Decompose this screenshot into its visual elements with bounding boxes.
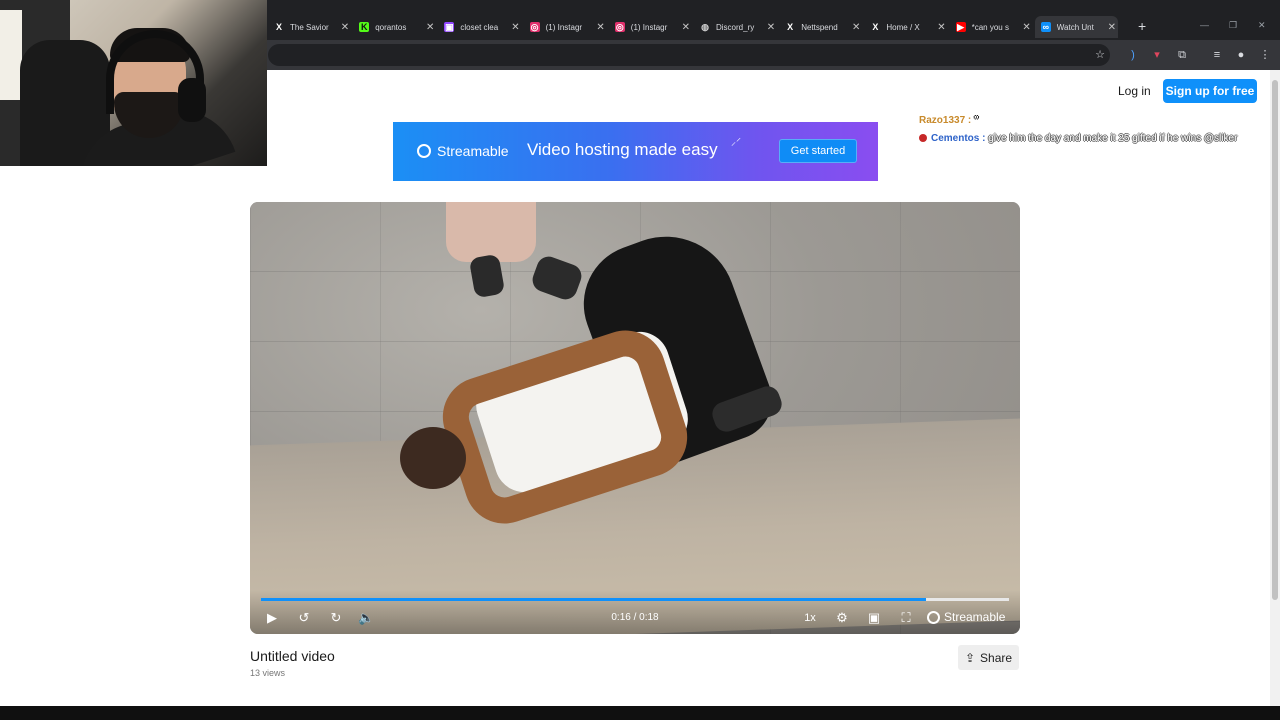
streamable-icon <box>417 144 431 158</box>
video-title: Untitled video <box>250 648 335 664</box>
player-brand: Streamable <box>944 610 1006 624</box>
chat-text: give him the day and make it 25 gifted i… <box>988 133 1238 144</box>
tab[interactable]: Kqorantos ✕ <box>353 16 436 38</box>
close-window-icon[interactable]: ✕ <box>1258 20 1266 31</box>
close-icon[interactable]: ✕ <box>1108 22 1116 33</box>
tab-label: closet clea <box>460 22 499 32</box>
webcam-poster <box>0 10 22 100</box>
streamable-player-logo[interactable]: Streamable <box>927 610 1005 624</box>
forward-icon[interactable]: ↻ <box>328 610 344 626</box>
picture-in-picture-icon[interactable]: ▣ <box>866 610 882 626</box>
gear-icon[interactable]: ⚙ <box>834 610 850 626</box>
get-started-button[interactable]: Get started <box>779 139 857 163</box>
x-icon: X <box>275 22 282 32</box>
banner-tagline: Video hosting made easy <box>527 140 718 159</box>
twitch-icon: ▣ <box>444 21 455 32</box>
scrollbar-thumb[interactable] <box>1272 80 1278 600</box>
view-count: 13 views <box>250 668 286 678</box>
tab[interactable]: X The Savior ✕ <box>268 16 351 38</box>
close-icon[interactable]: ✕ <box>682 22 690 33</box>
signup-button[interactable]: Sign up for free <box>1163 79 1257 103</box>
tab[interactable]: X Nettspend ✕ <box>779 16 862 38</box>
tab[interactable]: ▶ *can you s ✕ <box>950 16 1033 38</box>
streamable-icon <box>927 610 940 624</box>
chat-username: Cementos : <box>931 133 986 144</box>
instagram-icon: ◎ <box>614 21 625 32</box>
tab-label: The Savior <box>290 22 329 32</box>
play-icon[interactable]: ▶ <box>264 610 280 626</box>
progress-bar[interactable] <box>261 598 1009 601</box>
close-icon[interactable]: ✕ <box>596 22 604 33</box>
close-icon[interactable]: ✕ <box>852 22 860 33</box>
ad-banner[interactable]: Streamable Video hosting made easy ⸝⸍ Ge… <box>393 122 878 181</box>
kick-icon: K <box>359 22 370 32</box>
standing-person-legs <box>446 202 536 262</box>
tab-label: *can you s <box>971 22 1009 32</box>
x-icon: X <box>872 22 879 32</box>
restore-icon[interactable]: ❐ <box>1229 20 1237 31</box>
close-icon[interactable]: ✕ <box>341 22 349 33</box>
login-link[interactable]: Log in <box>1118 84 1151 98</box>
tab[interactable]: X Home / X ✕ <box>864 16 947 38</box>
media-queue-icon[interactable]: ≡ <box>1210 48 1224 62</box>
globe-icon: ◍ <box>701 21 709 32</box>
tab[interactable]: ∞ Watch Unt ✕ <box>1034 16 1118 38</box>
tab[interactable]: ◎ (1) Instagr ✕ <box>524 16 607 38</box>
extension-icon[interactable]: ) <box>1126 48 1140 62</box>
chat-message: Razo1337 : " <box>919 115 1237 133</box>
chat-message: Cementos : give him the day and make it … <box>919 133 1237 151</box>
chat-username: Razo1337 : <box>919 115 972 126</box>
share-label: Share <box>980 650 1013 665</box>
close-icon[interactable]: ✕ <box>767 22 775 33</box>
speed-button[interactable]: 1x <box>802 610 818 626</box>
x-icon: X <box>787 22 794 32</box>
tab-label: Home / X <box>886 22 920 32</box>
kebab-menu-icon[interactable]: ⋮ <box>1258 48 1272 62</box>
close-icon[interactable]: ✕ <box>1022 22 1030 33</box>
avatar[interactable]: ● <box>1234 48 1248 62</box>
fullscreen-icon[interactable]: ⛶ <box>898 610 914 626</box>
badge-icon <box>919 134 927 143</box>
tab-label: (1) Instagr <box>545 22 583 32</box>
tab[interactable]: ◎ (1) Instagr ✕ <box>609 16 692 38</box>
banner-brand: Streamable <box>437 143 509 159</box>
video-frame <box>250 202 1020 634</box>
youtube-icon: ▶ <box>955 21 966 32</box>
webcam-overlay <box>0 0 267 166</box>
player-controls: 0:16 / 0:18 ▶ ↺ ↻ 🔈 1x ⚙ ▣ ⛶ Streamable <box>250 590 1020 634</box>
scrollbar[interactable] <box>1270 70 1280 706</box>
chat-overlay: Razo1337 : " Cementos : give him the day… <box>919 115 1237 151</box>
lying-person-head <box>400 427 466 489</box>
sparkle-icon: ⸝⸍ <box>731 137 741 148</box>
video-player[interactable]: 0:16 / 0:18 ▶ ↺ ↻ 🔈 1x ⚙ ▣ ⛶ Streamable <box>250 202 1020 634</box>
tab-label: Watch Unt <box>1056 22 1094 32</box>
share-button[interactable]: ⇪ Share <box>958 645 1019 670</box>
progress-fill <box>261 598 926 601</box>
tab-label: Discord_ry <box>716 22 755 32</box>
tab[interactable]: ◍ Discord_ry ✕ <box>694 16 777 38</box>
instagram-icon: ◎ <box>529 21 540 32</box>
taskbar <box>0 706 1280 720</box>
extension-icon[interactable]: ▾ <box>1150 48 1164 62</box>
tab-label: (1) Instagr <box>630 22 668 32</box>
new-tab-button[interactable]: + <box>1138 18 1146 34</box>
address-bar[interactable] <box>268 44 1110 66</box>
rewind-icon[interactable]: ↺ <box>296 610 312 626</box>
tab-label: Nettspend <box>801 22 838 32</box>
chat-text: " <box>974 115 979 126</box>
puzzle-icon[interactable]: ⧉ <box>1175 48 1189 62</box>
tab-label: qorantos <box>375 22 407 32</box>
share-icon: ⇪ <box>964 650 976 665</box>
webcam-headset-earcup <box>178 78 206 122</box>
volume-icon[interactable]: 🔈 <box>358 610 374 626</box>
bookmark-star-icon[interactable]: ☆ <box>1093 48 1107 62</box>
streamable-icon: ∞ <box>1040 22 1051 32</box>
close-icon[interactable]: ✕ <box>511 22 519 33</box>
minimize-icon[interactable]: — <box>1200 20 1209 30</box>
close-icon[interactable]: ✕ <box>426 22 434 33</box>
close-icon[interactable]: ✕ <box>937 22 945 33</box>
streamable-logo: Streamable <box>417 143 509 159</box>
time-text: 0:16 / 0:18 <box>611 612 659 623</box>
tab[interactable]: ▣ closet clea ✕ <box>438 16 521 38</box>
